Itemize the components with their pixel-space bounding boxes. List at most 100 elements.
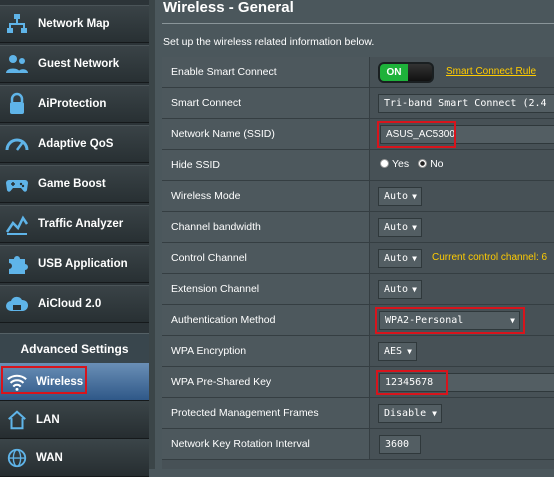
row-label: Network Name (SSID) <box>162 119 370 149</box>
sidebar-item-aicloud[interactable]: AiCloud 2.0 <box>0 285 149 323</box>
hide-ssid-yes-radio[interactable] <box>380 159 389 168</box>
puzzle-icon <box>4 251 30 277</box>
row-key-rotation: Network Key Rotation Interval 3600 <box>162 429 554 460</box>
sidebar-item-wireless[interactable]: Wireless <box>0 363 149 401</box>
chart-icon <box>4 211 30 237</box>
control-channel-select[interactable]: Auto ▼ <box>378 249 422 268</box>
home-icon <box>4 407 30 433</box>
radio-label-yes: Yes <box>392 158 410 170</box>
pmf-select[interactable]: Disable ▼ <box>378 404 442 423</box>
wpa-encryption-select[interactable]: AES ▼ <box>378 342 417 361</box>
sidebar-item-label: AiProtection <box>38 98 107 110</box>
row-label: Control Channel <box>162 243 370 273</box>
chevron-down-icon: ▼ <box>412 254 417 263</box>
sidebar-item-label: Game Boost <box>38 178 106 190</box>
row-label: Extension Channel <box>162 274 370 304</box>
sidebar-item-usb-application[interactable]: USB Application <box>0 245 149 283</box>
main-panel: Wireless - General Set up the wireless r… <box>155 0 554 469</box>
title-divider <box>162 23 554 24</box>
sidebar-item-label: Wireless <box>36 375 84 388</box>
sidebar-item-label: WAN <box>36 451 63 464</box>
page-title: Wireless - General <box>163 0 294 16</box>
extension-channel-select[interactable]: Auto ▼ <box>378 280 422 299</box>
row-label: Wireless Mode <box>162 181 370 211</box>
row-label: Network Key Rotation Interval <box>162 429 370 459</box>
sidebar-item-label: LAN <box>36 413 60 426</box>
sidebar-item-traffic-analyzer[interactable]: Traffic Analyzer <box>0 205 149 243</box>
row-wpa-encryption: WPA Encryption AES ▼ <box>162 336 554 367</box>
page-description: Set up the wireless related information … <box>163 36 375 48</box>
toggle-knob <box>408 64 432 81</box>
chevron-down-icon: ▼ <box>510 316 515 325</box>
sidebar-item-label: Network Map <box>38 18 110 30</box>
advanced-settings-header: Advanced Settings <box>0 333 149 364</box>
sidebar-item-label: Traffic Analyzer <box>38 218 124 230</box>
row-wireless-mode: Wireless Mode Auto ▼ <box>162 181 554 212</box>
settings-table: Enable Smart Connect ON Smart Connect Ru… <box>162 57 554 469</box>
select-value: Auto <box>384 284 409 295</box>
wireless-mode-select[interactable]: Auto ▼ <box>378 187 422 206</box>
row-hide-ssid: Hide SSID Yes No <box>162 150 554 181</box>
chevron-down-icon: ▼ <box>412 192 417 201</box>
speedometer-icon <box>4 131 30 157</box>
row-extension-channel: Extension Channel Auto ▼ <box>162 274 554 305</box>
row-label: WPA Pre-Shared Key <box>162 367 370 397</box>
hide-ssid-no-radio[interactable] <box>418 159 428 168</box>
chevron-down-icon: ▼ <box>432 409 437 418</box>
auth-method-select[interactable]: WPA2-Personal ▼ <box>379 311 520 330</box>
sidebar-item-lan[interactable]: LAN <box>0 401 149 439</box>
row-label: Hide SSID <box>162 150 370 180</box>
chevron-down-icon: ▼ <box>407 347 412 356</box>
channel-bandwidth-select[interactable]: Auto ▼ <box>378 218 422 237</box>
globe-icon <box>4 445 30 471</box>
gamepad-icon <box>4 171 30 197</box>
sidebar-item-network-map[interactable]: Network Map <box>0 5 149 43</box>
row-control-channel: Control Channel Auto ▼ Current control ch… <box>162 243 554 274</box>
row-ssid: Network Name (SSID) ASUS_AC5300 <box>162 119 554 150</box>
select-value: AES <box>384 346 403 357</box>
sidebar-item-adaptive-qos[interactable]: Adaptive QoS <box>0 125 149 163</box>
chevron-down-icon: ▼ <box>412 223 417 232</box>
row-label: Enable Smart Connect <box>162 57 370 87</box>
sidebar-item-label: AiCloud 2.0 <box>38 298 102 310</box>
row-label: Smart Connect <box>162 88 370 118</box>
row-wpa-key: WPA Pre-Shared Key 12345678 <box>162 367 554 398</box>
network-map-icon <box>4 11 30 37</box>
sidebar-item-label: USB Application <box>38 258 128 270</box>
row-label: WPA Encryption <box>162 336 370 366</box>
row-enable-smart-connect: Enable Smart Connect ON Smart Connect Ru… <box>162 57 554 88</box>
row-pmf: Protected Management Frames Disable ▼ <box>162 398 554 429</box>
row-channel-bandwidth: Channel bandwidth Auto ▼ <box>162 212 554 243</box>
wpa-key-input[interactable]: 12345678 <box>379 373 554 392</box>
smart-connect-rule-link[interactable]: Smart Connect Rule <box>446 66 536 77</box>
row-label: Authentication Method <box>162 305 370 335</box>
guest-network-icon <box>4 51 30 77</box>
select-value: Auto <box>384 191 409 202</box>
select-value: WPA2-Personal <box>385 315 464 326</box>
sidebar-item-wan[interactable]: WAN <box>0 439 149 477</box>
ssid-input[interactable]: ASUS_AC5300 <box>380 125 554 144</box>
sidebar-item-aiprotection[interactable]: AiProtection <box>0 85 149 123</box>
toggle-on-label: ON <box>380 64 408 81</box>
sidebar-item-game-boost[interactable]: Game Boost <box>0 165 149 203</box>
sidebar-item-guest-network[interactable]: Guest Network <box>0 45 149 83</box>
wifi-icon <box>4 369 30 395</box>
row-smart-connect: Smart Connect Tri-band Smart Connect (2.… <box>162 88 554 119</box>
radio-label-no: No <box>430 158 444 170</box>
key-rotation-input[interactable]: 3600 <box>379 435 421 454</box>
select-value: Auto <box>384 222 409 233</box>
row-label: Channel bandwidth <box>162 212 370 242</box>
sidebar-item-label: Adaptive QoS <box>38 138 114 150</box>
smart-connect-select[interactable]: Tri-band Smart Connect (2.4 <box>378 94 554 113</box>
sidebar: Network Map Guest Network AiProtection A… <box>0 0 155 477</box>
select-value: Auto <box>384 253 409 264</box>
lock-icon <box>4 91 30 117</box>
row-authentication-method: Authentication Method WPA2-Personal ▼ <box>162 305 554 336</box>
current-channel-hint: Current control channel: 6 <box>432 252 548 263</box>
select-value: Disable <box>384 408 427 419</box>
smart-connect-toggle[interactable]: ON <box>378 62 434 83</box>
sidebar-item-label: Guest Network <box>38 58 120 70</box>
row-label: Protected Management Frames <box>162 398 370 428</box>
cloud-icon <box>4 291 30 317</box>
chevron-down-icon: ▼ <box>412 285 417 294</box>
